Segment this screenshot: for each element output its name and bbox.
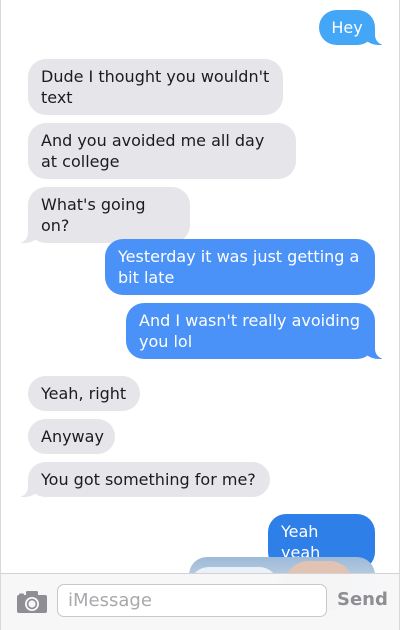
imessage-conversation: Hey Dude I thought you wouldn't text And… (0, 0, 400, 630)
message-input[interactable] (57, 584, 327, 617)
compose-bar: Send (1, 573, 399, 630)
message-incoming: What's going on? (2, 187, 190, 243)
message-incoming: You got something for me? (2, 462, 270, 497)
message-incoming: Yeah, right (28, 376, 140, 411)
message-incoming: Anyway (28, 419, 115, 454)
message-outgoing: Hey (319, 10, 399, 45)
message-outgoing: And I wasn't really avoiding you lol (126, 303, 399, 359)
send-button[interactable]: Send (337, 589, 388, 610)
message-incoming: And you avoided me all day at college (28, 123, 296, 179)
message-thread[interactable]: Hey Dude I thought you wouldn't text And… (1, 0, 399, 630)
message-outgoing: Yesterday it was just getting a bit late (105, 239, 375, 295)
camera-icon[interactable] (16, 590, 48, 614)
message-incoming: Dude I thought you wouldn't text (28, 59, 283, 115)
